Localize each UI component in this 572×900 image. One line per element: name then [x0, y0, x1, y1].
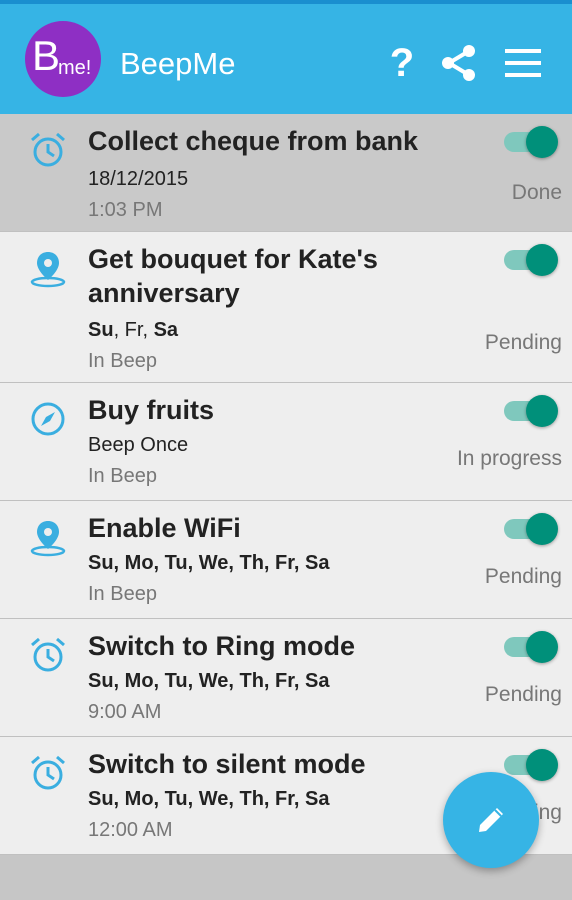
alarm-icon	[31, 637, 65, 672]
item-title: Enable WiFi	[88, 513, 241, 543]
alarm-icon	[31, 132, 65, 167]
day-active: Sa	[153, 319, 179, 341]
item-title: Get bouquet for Kate's anniversary	[88, 244, 378, 308]
item-mode: In Beep	[88, 583, 157, 605]
item-title: Collect cheque from bank	[88, 126, 419, 156]
status-label: Done	[511, 181, 562, 204]
logo-letter: B	[32, 32, 61, 79]
list-item[interactable]: Switch to Ring mode Su, Mo, Tu, We, Th, …	[0, 619, 572, 737]
item-days: Su, Mo, Tu, We, Th, Fr, Sa	[88, 788, 330, 810]
alarm-icon	[31, 755, 65, 790]
item-mode: In Beep	[88, 350, 157, 372]
enable-toggle[interactable]	[500, 242, 558, 276]
toggle-thumb	[526, 631, 558, 663]
share-icon-svg	[442, 45, 475, 81]
status-label: In progress	[456, 447, 562, 470]
list-item[interactable]: Enable WiFi Su, Mo, Tu, We, Th, Fr, Sa I…	[0, 501, 572, 619]
item-time: 1:03 PM	[88, 199, 163, 221]
app-bar: B me! BeepMe ?	[0, 0, 572, 114]
status-label: Pending	[484, 683, 562, 706]
share-icon[interactable]	[436, 40, 482, 86]
menu-icon[interactable]	[500, 40, 546, 86]
enable-toggle[interactable]	[500, 393, 558, 427]
item-repeat: Beep Once	[88, 434, 189, 456]
list-item[interactable]: Collect cheque from bank 18/12/2015 1:03…	[0, 114, 572, 232]
logo-suffix: me!	[58, 57, 92, 79]
list-item[interactable]: Buy fruits Beep Once In Beep In progress	[0, 383, 572, 501]
help-glyph: ?	[389, 40, 415, 85]
pencil-icon	[479, 808, 503, 832]
toggle-thumb	[526, 126, 558, 158]
item-days: Su, Mo, Tu, We, Th, Fr, Sa	[88, 670, 330, 692]
enable-toggle[interactable]	[500, 629, 558, 663]
item-title: Switch to silent mode	[88, 749, 366, 779]
toggle-thumb	[526, 749, 558, 781]
location-pin-icon	[30, 521, 66, 557]
enable-toggle[interactable]	[500, 511, 558, 545]
compass-icon	[31, 402, 65, 436]
item-days: Su, Mo, Tu, We, Th, Fr, Sa	[88, 552, 330, 574]
item-date: 18/12/2015	[88, 168, 189, 190]
item-days: Su, Fr, Sa	[88, 319, 179, 341]
status-label: Pending	[484, 331, 562, 354]
toggle-thumb	[526, 244, 558, 276]
app-logo: B me!	[25, 21, 101, 97]
item-title: Buy fruits	[88, 395, 215, 425]
status-label: Pending	[484, 565, 562, 588]
day-active: Su	[88, 319, 114, 341]
app-title: BeepMe	[120, 46, 236, 81]
toggle-thumb	[526, 395, 558, 427]
beep-list: Collect cheque from bank 18/12/2015 1:03…	[0, 114, 572, 855]
toggle-thumb	[526, 513, 558, 545]
item-time: 12:00 AM	[88, 819, 173, 841]
location-pin-icon	[30, 252, 66, 288]
item-mode: In Beep	[88, 465, 157, 487]
edit-fab-button[interactable]	[443, 772, 539, 868]
menu-icon-svg	[505, 49, 541, 77]
list-item[interactable]: Get bouquet for Kate's anniversary Su, F…	[0, 232, 572, 383]
item-title: Switch to Ring mode	[88, 631, 355, 661]
help-icon[interactable]: ?	[384, 40, 420, 86]
enable-toggle[interactable]	[500, 124, 558, 158]
item-time: 9:00 AM	[88, 701, 162, 723]
